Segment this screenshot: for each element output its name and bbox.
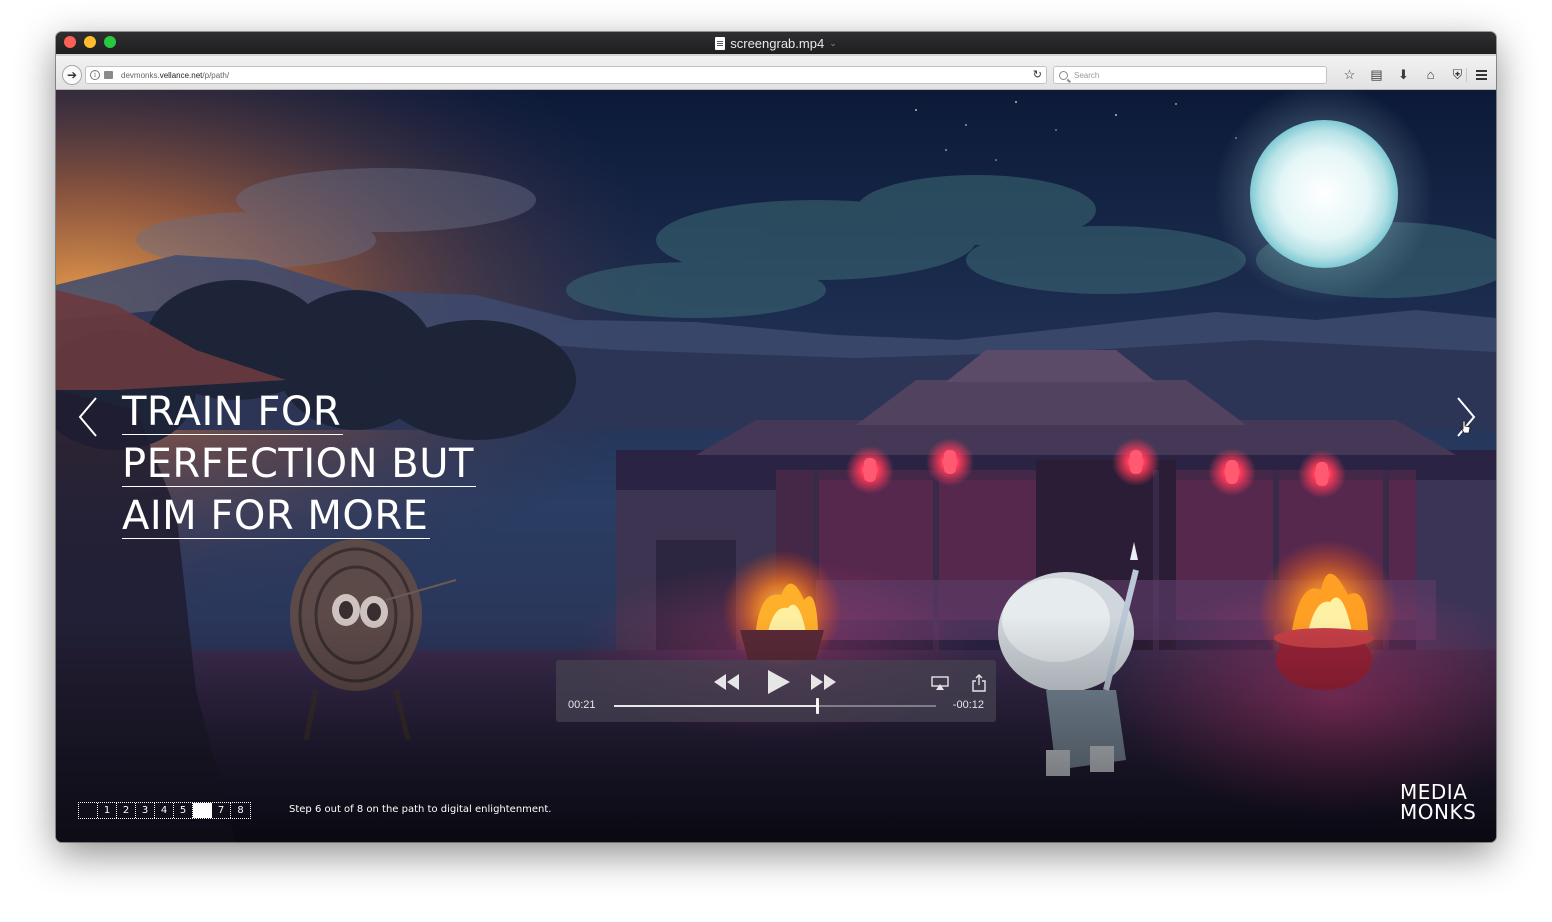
- star-icon[interactable]: ☆: [1336, 66, 1363, 84]
- toolbar-icons: ☆ ▤ ⬇ ⌂ ⛨: [1336, 66, 1471, 84]
- logo-line-2: MONKS: [1400, 800, 1477, 824]
- tab-strip: [56, 54, 1496, 56]
- maximize-window-button[interactable]: [104, 36, 116, 48]
- page-icon: [104, 71, 113, 79]
- step-7[interactable]: 7: [212, 803, 231, 818]
- document-icon: [715, 36, 726, 50]
- window-controls: [64, 36, 116, 48]
- download-icon[interactable]: ⬇: [1390, 66, 1417, 84]
- window-title: screengrab.mp4: [730, 35, 825, 51]
- play-icon[interactable]: [766, 670, 790, 694]
- url-prefix: devmonks.: [121, 70, 160, 80]
- back-button[interactable]: ➔: [62, 65, 82, 85]
- step-8[interactable]: 8: [231, 803, 250, 818]
- headline-line-2[interactable]: PERFECTION BUT: [122, 442, 476, 487]
- url-domain: vellance.net: [159, 70, 203, 80]
- mouse-cursor-icon: [1460, 420, 1471, 434]
- fast-forward-icon[interactable]: [810, 674, 836, 690]
- step-1[interactable]: 1: [98, 803, 117, 818]
- hamburger-icon: [1475, 70, 1487, 72]
- step-caption: Step 6 out of 8 on the path to digital e…: [289, 804, 552, 815]
- rewind-icon[interactable]: [714, 674, 740, 690]
- arrow-left-icon: ➔: [66, 68, 78, 82]
- url-path: /p/path/: [202, 70, 230, 80]
- headline: TRAIN FOR PERFECTION BUT AIM FOR MORE: [122, 390, 476, 546]
- toolbar-divider: [1466, 68, 1467, 82]
- remaining-time: -00:12: [952, 699, 984, 711]
- browser-toolbar: ➔ i devmonks.vellance.net/p/path/ ↻ Sear…: [56, 54, 1496, 90]
- media-monks-logo[interactable]: MEDIA MONKS: [1400, 782, 1476, 822]
- minimize-window-button[interactable]: [84, 36, 96, 48]
- home-icon[interactable]: ⌂: [1417, 66, 1444, 84]
- video-controls: 00:21 -00:12: [556, 660, 996, 722]
- airplay-icon[interactable]: [931, 676, 949, 690]
- title-bar: screengrab.mp4 ⌄: [56, 32, 1496, 54]
- previous-step-arrow-icon[interactable]: [76, 396, 102, 438]
- search-bar[interactable]: Search: [1053, 66, 1327, 84]
- elapsed-time: 00:21: [568, 699, 596, 711]
- step-indicator: 12345678: [78, 802, 251, 819]
- search-icon: [1059, 70, 1068, 80]
- reload-icon[interactable]: ↻: [1033, 68, 1042, 81]
- menu-button[interactable]: [1472, 66, 1490, 84]
- info-icon[interactable]: i: [90, 70, 100, 80]
- reading-list-icon[interactable]: ▤: [1363, 66, 1390, 84]
- player-window: screengrab.mp4 ⌄ ➔ i devmonks.vellance.n…: [56, 32, 1496, 842]
- scrubber-progress: [614, 705, 817, 707]
- step-3[interactable]: 3: [136, 803, 155, 818]
- address-bar[interactable]: i devmonks.vellance.net/p/path/ ↻: [85, 66, 1047, 84]
- step-4[interactable]: 4: [155, 803, 174, 818]
- share-icon[interactable]: [972, 674, 986, 692]
- scrubber-track[interactable]: [614, 698, 936, 714]
- search-placeholder: Search: [1074, 70, 1100, 80]
- video-stage[interactable]: TRAIN FOR PERFECTION BUT AIM FOR MORE 00…: [56, 90, 1496, 842]
- close-window-button[interactable]: [64, 36, 76, 48]
- headline-line-1[interactable]: TRAIN FOR: [122, 390, 344, 435]
- window-title-group[interactable]: screengrab.mp4 ⌄: [715, 36, 837, 51]
- scrubber-handle[interactable]: [815, 698, 819, 714]
- step-5[interactable]: 5: [174, 803, 193, 818]
- headline-line-3[interactable]: AIM FOR MORE: [122, 494, 431, 539]
- step-indicator-start: [79, 803, 98, 818]
- chevron-down-icon: ⌄: [829, 37, 837, 48]
- step-2[interactable]: 2: [117, 803, 136, 818]
- logo-line-1: MEDIA: [1400, 780, 1468, 804]
- step-6[interactable]: 6: [193, 803, 212, 818]
- url-text[interactable]: devmonks.vellance.net/p/path/: [121, 71, 229, 80]
